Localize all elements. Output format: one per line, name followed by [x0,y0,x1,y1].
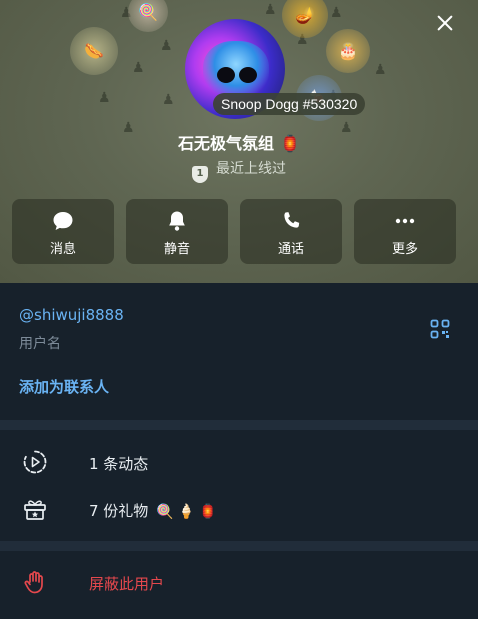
gift-glow: 🍭 [128,0,168,32]
avatar-image [203,41,269,99]
pattern-icon: ♟ [330,5,343,21]
username-label: 用户名 [19,336,61,352]
pattern-icon: ♟ [264,2,277,18]
gift-icon [24,500,46,520]
gift-emojis: 🍭🍦🏮 [156,504,221,520]
block-section [0,551,478,619]
mute-button[interactable]: 静音 [126,199,228,264]
username-link[interactable]: @shiwuji8888 [19,306,124,324]
more-button[interactable]: 更多 [354,199,456,264]
sunglasses-icon [239,67,257,83]
pattern-icon: ♟ [160,38,173,54]
profile-name: 石无极气氛组 [178,134,275,153]
emoji-status-icon[interactable]: 🏮 [280,134,300,153]
stories-count: 1 条动态 [89,455,149,473]
gift-glow: 🌭 [70,27,118,75]
pattern-icon: ♟ [132,60,145,76]
gift-glow: 🪔 [282,0,328,38]
gifts-count: 7 份礼物 🍭🍦🏮 [89,500,221,521]
call-button-label: 通话 [277,242,304,257]
hand-icon [24,571,43,594]
mute-button-label: 静音 [163,242,190,257]
section-divider [0,420,478,430]
add-contact-button[interactable]: 添加为联系人 [19,376,109,397]
more-button-label: 更多 [391,242,418,257]
nft-badge[interactable]: Snoop Dogg #530320 [213,93,366,115]
shield-icon[interactable]: 1 [192,166,208,183]
message-button-label: 消息 [49,242,76,257]
cake-icon: 🎂 [338,41,358,61]
stories-icon [23,450,47,474]
close-button[interactable] [432,10,458,36]
action-bar: 消息 静音 通话 更多 [12,199,456,264]
more-icon [395,218,415,224]
phone-icon [284,212,300,228]
qr-code-icon[interactable] [430,319,450,339]
sunglasses-icon [217,67,235,83]
bell-icon [169,211,185,231]
last-seen-status: 最近上线过 [216,161,286,177]
gifts-row[interactable]: 7 份礼物 🍭🍦🏮 [0,488,478,530]
pattern-icon: ♟ [374,62,387,78]
gift-glow: 🎂 [326,29,370,73]
profile-status-row: 1 最近上线过 [0,158,478,183]
gifts-count-label: 7 份礼物 [89,502,149,520]
message-button[interactable]: 消息 [12,199,114,264]
section-divider [0,541,478,551]
call-button[interactable]: 通话 [240,199,342,264]
message-icon [53,212,73,230]
profile-name-row: 石无极气氛组 🏮 [0,130,478,154]
lollipop-icon: 🍭 [138,2,158,22]
block-user-button[interactable]: 屏蔽此用户 [89,573,164,594]
stories-row[interactable]: 1 条动态 [0,441,478,483]
pattern-icon: ♟ [162,92,175,108]
profile-header: ♟ ♟ ♟ ♟ ♟ ♟ ♟ ♟ ♟ ♟ ♟ ♟ 🍭 🌭 🎂 🪔 🍬 Snoop … [0,0,478,283]
lamp-icon: 🪔 [295,5,315,25]
pattern-icon: ♟ [98,90,111,106]
hotdog-icon: 🌭 [84,41,104,61]
info-section [0,283,478,420]
